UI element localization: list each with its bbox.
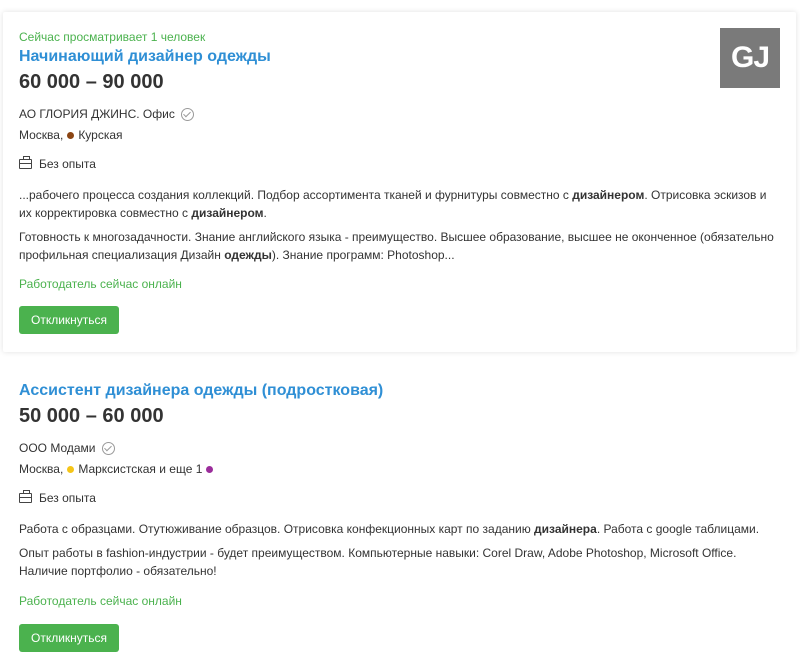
company-logo[interactable]: GJ — [720, 28, 780, 88]
vacancy-title-link[interactable]: Ассистент дизайнера одежды (подростковая… — [19, 382, 383, 400]
metro-station: Курская — [78, 128, 123, 142]
salary: 50 000 – 60 000 — [19, 405, 164, 427]
metro-line-dot-icon — [206, 465, 214, 473]
metro-line-dot-icon — [67, 131, 75, 139]
company-name-link[interactable]: АО ГЛОРИЯ ДЖИНС. Офис — [19, 107, 175, 121]
company: АО ГЛОРИЯ ДЖИНС. Офис — [19, 107, 194, 121]
experience-label: Без опыта — [39, 491, 96, 505]
verified-check-icon — [180, 107, 194, 121]
address: Москва, Марксистская и еще 1 — [19, 462, 217, 476]
vacancy-responsibility: Работа с образцами. Отутюживание образцо… — [19, 522, 760, 536]
address: Москва, Курская — [19, 128, 123, 142]
verified-check-icon — [101, 441, 115, 455]
city: Москва, — [19, 128, 64, 142]
experience-label: Без опыта — [39, 157, 96, 171]
vacancy-requirement: Готовность к многозадачности. Знание анг… — [19, 230, 774, 262]
respond-button[interactable]: Откликнуться — [19, 624, 120, 652]
employer-online-status: Работодатель сейчас онлайн — [19, 277, 182, 291]
employer-online-status: Работодатель сейчас онлайн — [19, 594, 182, 608]
company: ООО Модами — [19, 441, 115, 455]
experience: Без опыта — [19, 490, 96, 505]
vacancy-card: Ассистент дизайнера одежды (подростковая… — [3, 370, 796, 668]
metro-line-dot-icon — [67, 465, 75, 473]
vacancy-title-link[interactable]: Начинающий дизайнер одежды — [19, 48, 271, 66]
company-name-link[interactable]: ООО Модами — [19, 441, 96, 455]
vacancy-responsibility: ...рабочего процесса создания коллекций.… — [19, 188, 767, 220]
experience: Без опыта — [19, 156, 96, 171]
briefcase-icon — [19, 490, 32, 503]
vacancy-card: Сейчас просматривает 1 человек Начинающи… — [3, 12, 796, 352]
salary: 60 000 – 90 000 — [19, 71, 164, 93]
viewers-count: Сейчас просматривает 1 человек — [19, 30, 206, 44]
metro-station: Марксистская и еще 1 — [78, 462, 203, 476]
city: Москва, — [19, 462, 64, 476]
briefcase-icon — [19, 156, 32, 169]
vacancy-requirement: Опыт работы в fashion-индустрии - будет … — [19, 546, 737, 578]
respond-button[interactable]: Откликнуться — [19, 306, 120, 334]
